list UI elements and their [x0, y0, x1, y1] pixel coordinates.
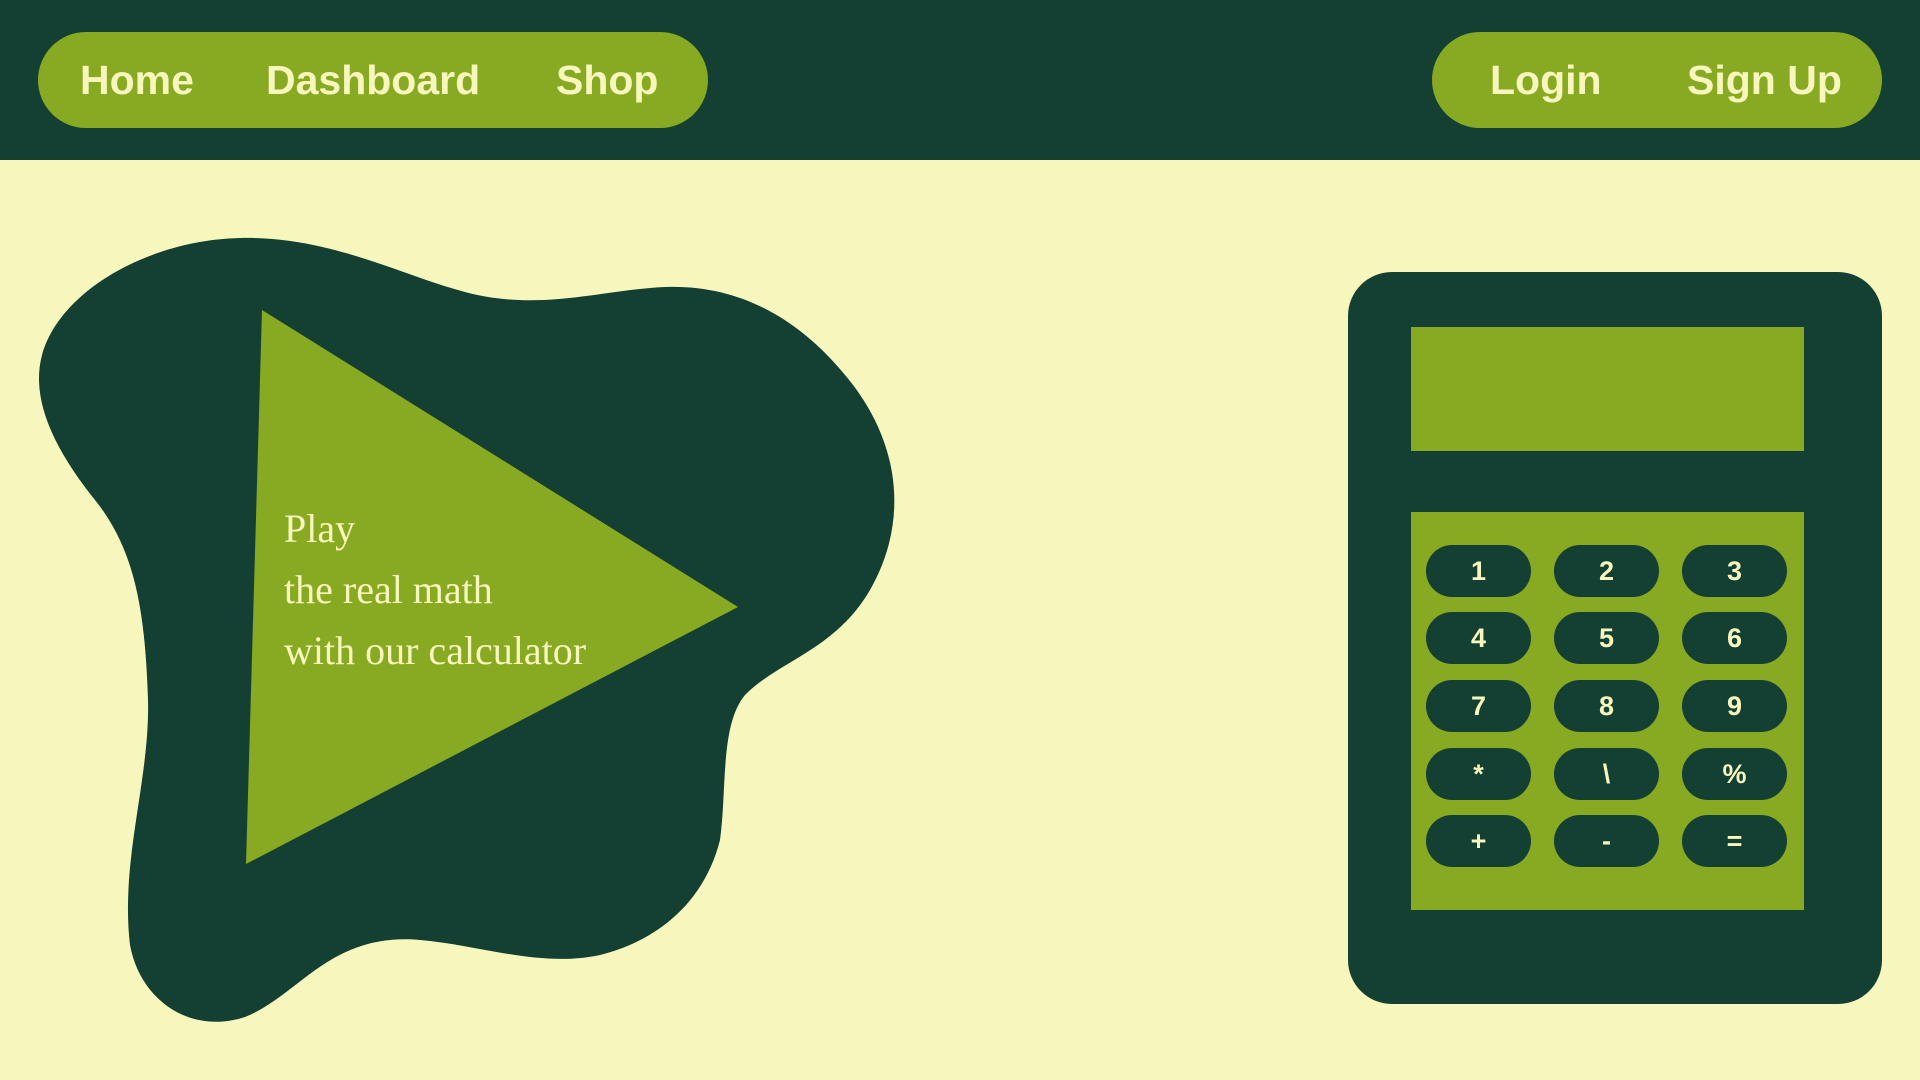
key-3[interactable]: 3: [1682, 545, 1787, 597]
key-equals[interactable]: =: [1682, 815, 1787, 867]
key-1[interactable]: 1: [1426, 545, 1531, 597]
calculator: 1 2 3 4 5 6 7 8 9 * \ % + - =: [1348, 272, 1882, 1004]
key-4[interactable]: 4: [1426, 612, 1531, 664]
key-percent[interactable]: %: [1682, 748, 1787, 800]
key-7[interactable]: 7: [1426, 680, 1531, 732]
key-plus[interactable]: +: [1426, 815, 1531, 867]
key-9[interactable]: 9: [1682, 680, 1787, 732]
key-8[interactable]: 8: [1554, 680, 1659, 732]
key-2[interactable]: 2: [1554, 545, 1659, 597]
hero-line-3: with our calculator: [284, 628, 587, 673]
calculator-keypad: 1 2 3 4 5 6 7 8 9 * \ % + - =: [1411, 512, 1804, 910]
hero-tagline: Play the real math with our calculator: [284, 498, 586, 681]
key-6[interactable]: 6: [1682, 612, 1787, 664]
calculator-display: [1411, 327, 1804, 451]
key-5[interactable]: 5: [1554, 612, 1659, 664]
hero-line-2: the real math: [284, 567, 493, 612]
hero-line-1: Play: [284, 506, 356, 551]
key-multiply[interactable]: *: [1426, 748, 1531, 800]
key-backslash[interactable]: \: [1554, 748, 1659, 800]
key-minus[interactable]: -: [1554, 815, 1659, 867]
